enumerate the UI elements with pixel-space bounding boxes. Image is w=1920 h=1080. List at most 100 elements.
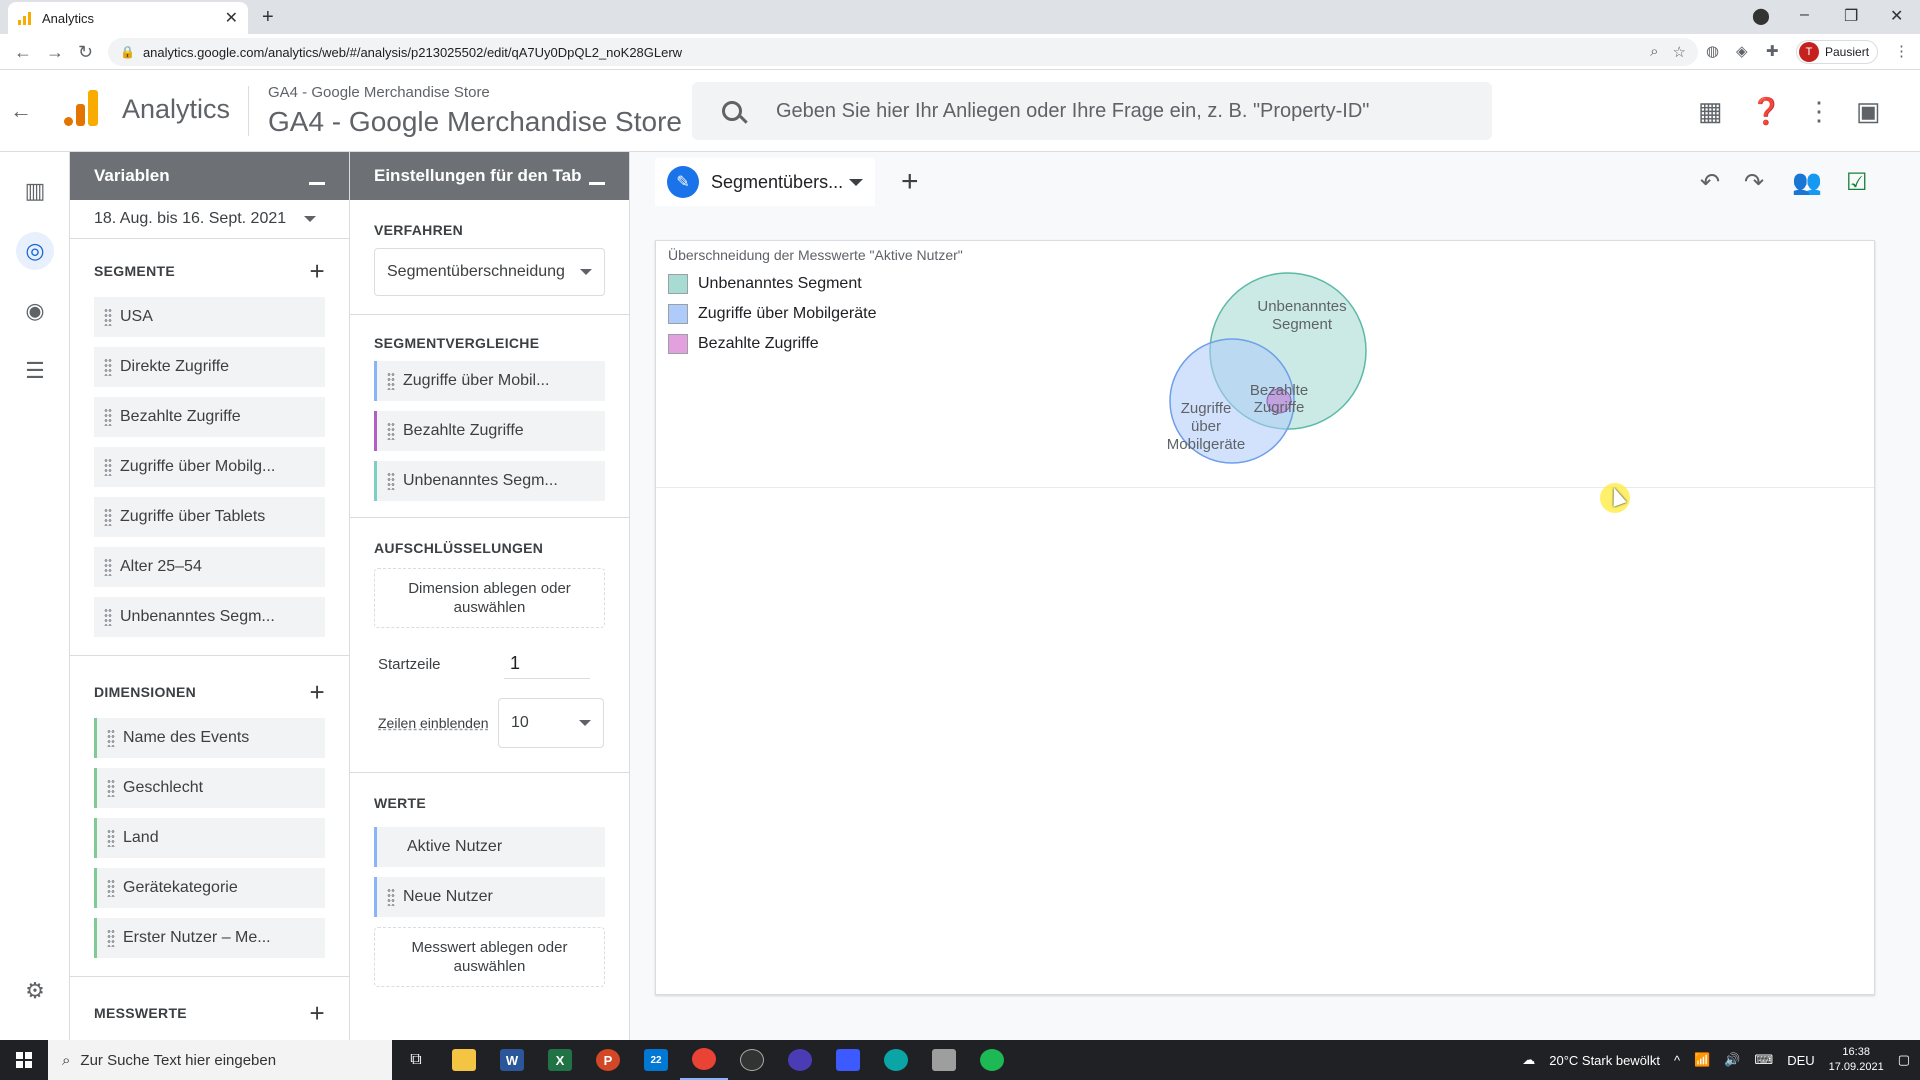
drag-handle-icon[interactable] bbox=[104, 358, 112, 376]
segment-item[interactable]: Zugriffe über Mobilg... bbox=[94, 447, 325, 487]
metric-drop-zone[interactable]: Messwert ablegen oder auswählen bbox=[374, 927, 605, 987]
settings-gear-icon[interactable]: ⚙ bbox=[22, 978, 48, 1004]
app-icon-2[interactable] bbox=[824, 1049, 872, 1071]
forward-icon[interactable]: → bbox=[46, 42, 64, 63]
weather-text[interactable]: 20°C Stark bewölkt bbox=[1549, 1053, 1660, 1068]
account-avatar[interactable]: ▣ bbox=[1856, 96, 1881, 127]
drag-handle-icon[interactable] bbox=[104, 558, 112, 576]
spotify-icon[interactable] bbox=[968, 1049, 1016, 1071]
app-icon-3[interactable] bbox=[920, 1049, 968, 1071]
tray-chevron-icon[interactable]: ^ bbox=[1674, 1053, 1680, 1068]
clock[interactable]: 16:38 17.09.2021 bbox=[1829, 1045, 1884, 1075]
browser-tab[interactable]: Analytics ✕ bbox=[8, 2, 248, 34]
tab-search-icon[interactable]: ⬤ bbox=[1752, 6, 1770, 26]
drag-handle-icon[interactable] bbox=[387, 422, 395, 440]
drag-handle-icon[interactable] bbox=[104, 508, 112, 526]
drag-handle-icon[interactable] bbox=[387, 888, 395, 906]
restore-icon[interactable]: ❐ bbox=[1844, 6, 1858, 26]
segment-item[interactable]: Alter 25–54 bbox=[94, 547, 325, 587]
mail-icon[interactable]: 22 bbox=[632, 1049, 680, 1071]
weather-icon[interactable]: ☁ bbox=[1522, 1052, 1535, 1068]
drag-handle-icon[interactable] bbox=[104, 408, 112, 426]
segment-item[interactable]: Unbenanntes Segm... bbox=[94, 597, 325, 637]
start-row-input[interactable]: 1 bbox=[504, 649, 590, 679]
drag-handle-icon[interactable] bbox=[387, 372, 395, 390]
start-button[interactable] bbox=[0, 1052, 48, 1068]
technique-select[interactable]: Segmentüberschneidung bbox=[374, 248, 605, 296]
save-check-icon[interactable]: ☑ bbox=[1846, 168, 1868, 197]
dimension-item[interactable]: Erster Nutzer – Me... bbox=[94, 918, 325, 958]
add-dimension-icon[interactable]: + bbox=[310, 677, 325, 708]
edit-pencil-icon[interactable]: ✎ bbox=[667, 166, 699, 198]
back-icon[interactable]: ← bbox=[14, 42, 32, 63]
app-icon-1[interactable] bbox=[776, 1049, 824, 1071]
volume-icon[interactable]: 🔊 bbox=[1724, 1052, 1740, 1068]
network-icon[interactable]: 📶 bbox=[1694, 1052, 1710, 1068]
powerpoint-icon[interactable]: P bbox=[584, 1049, 632, 1071]
reports-icon[interactable]: ▥ bbox=[22, 178, 48, 204]
excel-icon[interactable]: X bbox=[536, 1049, 584, 1071]
notifications-icon[interactable]: ▢ bbox=[1898, 1052, 1910, 1068]
obs-icon[interactable] bbox=[728, 1049, 776, 1071]
drag-handle-icon[interactable] bbox=[387, 472, 395, 490]
keyboard-icon[interactable]: ⌨ bbox=[1754, 1052, 1773, 1068]
drag-handle-icon[interactable] bbox=[107, 829, 115, 847]
breakdown-drop-zone[interactable]: Dimension ablegen oder auswählen bbox=[374, 568, 605, 628]
chrome-icon[interactable] bbox=[680, 1040, 728, 1080]
close-tab-icon[interactable]: ✕ bbox=[225, 8, 238, 28]
profile-button[interactable]: T Pausiert bbox=[1796, 40, 1879, 64]
new-tab-icon[interactable]: + bbox=[262, 6, 274, 29]
url-field[interactable]: 🔒 analytics.google.com/analytics/web/#/a… bbox=[108, 38, 1698, 66]
dimension-item[interactable]: Geschlecht bbox=[94, 768, 325, 808]
explore-icon[interactable]: ◎ bbox=[16, 232, 54, 270]
dimension-item[interactable]: Name des Events bbox=[94, 718, 325, 758]
redo-icon[interactable]: ↷ bbox=[1744, 168, 1764, 197]
account-name[interactable]: GA4 - Google Merchandise Store bbox=[268, 84, 490, 101]
language-indicator[interactable]: DEU bbox=[1787, 1053, 1814, 1068]
back-arrow-icon[interactable]: ← bbox=[10, 98, 32, 124]
drag-handle-icon[interactable] bbox=[104, 608, 112, 626]
undo-icon[interactable]: ↶ bbox=[1700, 168, 1720, 197]
dimension-item[interactable]: Land bbox=[94, 818, 325, 858]
chevron-down-icon[interactable] bbox=[849, 178, 863, 186]
segment-item[interactable]: Zugriffe über Tablets bbox=[94, 497, 325, 537]
puzzle-icon[interactable]: ✚ bbox=[1766, 42, 1779, 60]
file-explorer-icon[interactable] bbox=[440, 1049, 488, 1071]
help-icon[interactable]: ❓ bbox=[1750, 96, 1782, 127]
edge-icon[interactable] bbox=[872, 1049, 920, 1071]
drag-handle-icon[interactable] bbox=[107, 729, 115, 747]
word-icon[interactable]: W bbox=[488, 1049, 536, 1071]
dimension-item[interactable]: Gerätekategorie bbox=[94, 868, 325, 908]
search-field[interactable]: Geben Sie hier Ihr Anliegen oder Ihre Fr… bbox=[692, 82, 1492, 140]
segment-item[interactable]: Bezahlte Zugriffe bbox=[94, 397, 325, 437]
add-tab-icon[interactable]: + bbox=[901, 165, 919, 199]
show-rows-select[interactable]: 10 bbox=[498, 698, 604, 748]
drag-handle-icon[interactable] bbox=[107, 879, 115, 897]
task-view-icon[interactable]: ⧉ bbox=[392, 1051, 440, 1069]
extension-icon[interactable]: ◍ bbox=[1706, 42, 1719, 60]
comparison-item[interactable]: Zugriffe über Mobil... bbox=[374, 361, 605, 401]
close-window-icon[interactable]: ✕ bbox=[1890, 6, 1903, 26]
share-user-icon[interactable]: 👥 bbox=[1792, 168, 1822, 197]
drag-handle-icon[interactable] bbox=[107, 779, 115, 797]
value-item[interactable]: Aktive Nutzer bbox=[374, 827, 605, 867]
add-metric-icon[interactable]: + bbox=[310, 998, 325, 1029]
collapse-settings-icon[interactable] bbox=[589, 181, 605, 185]
advertising-icon[interactable]: ◉ bbox=[22, 298, 48, 324]
value-item[interactable]: Neue Nutzer bbox=[374, 877, 605, 917]
drag-handle-icon[interactable] bbox=[107, 929, 115, 947]
more-vert-icon[interactable]: ⋮ bbox=[1806, 96, 1832, 127]
zoom-icon[interactable]: ⌕ bbox=[1650, 43, 1658, 61]
drag-handle-icon[interactable] bbox=[104, 308, 112, 326]
drag-handle-icon[interactable] bbox=[104, 458, 112, 476]
property-selector[interactable]: GA4 - Google Merchandise Store bbox=[268, 106, 682, 138]
segment-item[interactable]: USA bbox=[94, 297, 325, 337]
comparison-item[interactable]: Bezahlte Zugriffe bbox=[374, 411, 605, 451]
date-range-selector[interactable]: 18. Aug. bis 16. Sept. 2021 bbox=[70, 200, 349, 228]
taskbar-search[interactable]: ⌕ Zur Suche Text hier eingeben bbox=[48, 1040, 392, 1080]
apps-grid-icon[interactable]: ▦ bbox=[1698, 96, 1723, 127]
browser-menu-icon[interactable]: ⋮ bbox=[1894, 42, 1909, 60]
extension-icon-2[interactable]: ◈ bbox=[1736, 42, 1748, 60]
minimize-icon[interactable]: – bbox=[1800, 6, 1809, 24]
collapse-variables-icon[interactable] bbox=[309, 181, 325, 185]
